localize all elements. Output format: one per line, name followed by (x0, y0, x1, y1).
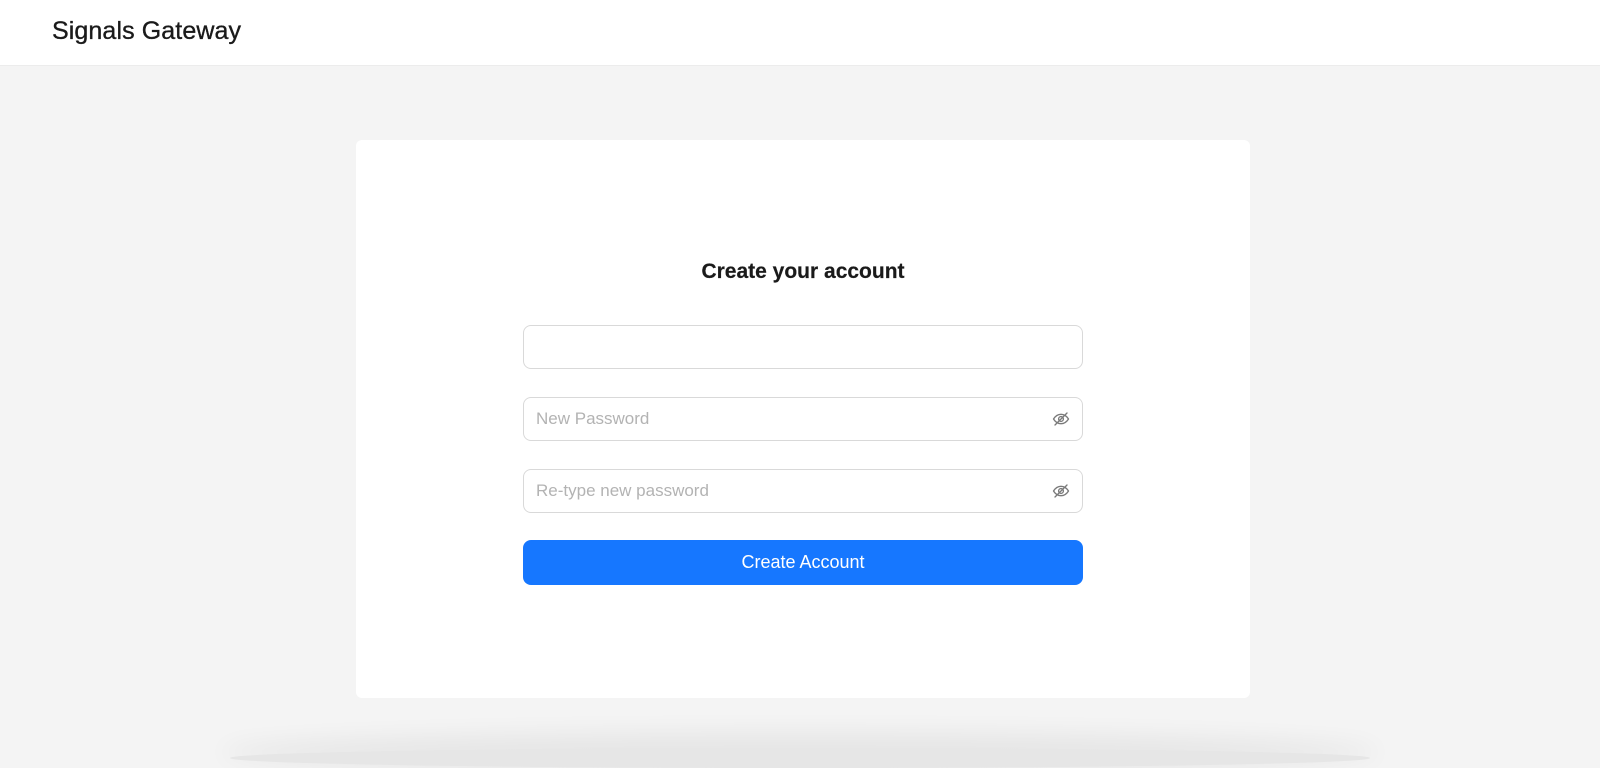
eye-off-icon[interactable] (1052, 410, 1070, 428)
retype-password-field[interactable] (523, 469, 1083, 513)
form-title: Create your account (701, 260, 905, 283)
brand-title: Signals Gateway (52, 17, 242, 45)
email-input[interactable] (524, 326, 1082, 368)
email-field[interactable] (523, 325, 1083, 369)
bottom-panel-edge (230, 748, 1370, 768)
new-password-input[interactable] (524, 398, 1082, 440)
create-account-button[interactable]: Create Account (523, 540, 1083, 585)
retype-password-input[interactable] (524, 470, 1082, 512)
new-password-field[interactable] (523, 397, 1083, 441)
eye-off-icon[interactable] (1052, 482, 1070, 500)
top-bar: Signals Gateway (0, 0, 1600, 66)
